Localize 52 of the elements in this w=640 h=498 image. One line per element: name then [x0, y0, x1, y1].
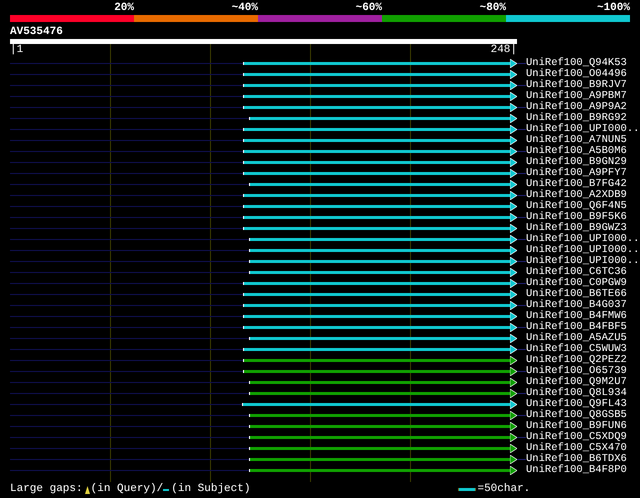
hit-name[interactable]: UniRef100_UPI000.. [526, 256, 640, 267]
subject-gap-label: (in Subject) [171, 484, 250, 495]
hit-name[interactable]: UniRef100_Q94K53 [526, 58, 627, 69]
hit-name[interactable]: UniRef100_A5AZU5 [526, 333, 627, 344]
scale-label: =50char. [477, 484, 530, 495]
hit-name[interactable]: UniRef100_A9PBM7 [526, 91, 627, 102]
hit-name[interactable]: UniRef100_C6TC36 [526, 267, 627, 278]
hit-name[interactable]: UniRef100_A9P9A2 [526, 102, 627, 113]
hit-name[interactable]: UniRef100_UPI000.. [526, 124, 640, 135]
hit-name[interactable]: UniRef100_Q2PEZ2 [526, 355, 627, 366]
hit-name[interactable]: UniRef100_B9RJV7 [526, 80, 627, 91]
hit-name[interactable]: UniRef100_B4F8P0 [526, 465, 627, 476]
query-start-label: |1 [10, 45, 24, 56]
hit-name[interactable]: UniRef100_Q9FL43 [526, 399, 627, 410]
hit-name[interactable]: UniRef100_B7FG42 [526, 179, 627, 190]
hit-name[interactable]: UniRef100_B6TE66 [526, 289, 627, 300]
hit-name[interactable]: UniRef100_O04496 [526, 69, 627, 80]
hit-name[interactable]: UniRef100_B9RG92 [526, 113, 627, 124]
hit-name[interactable]: UniRef100_A7NUN5 [526, 135, 627, 146]
scale-bar-icon [458, 488, 476, 491]
percent-label: ~100% [596, 3, 630, 15]
hit-name[interactable]: UniRef100_UPI000.. [526, 245, 640, 256]
percent-label: 20% [114, 3, 134, 15]
query-gap-label: (in Query)/ [90, 484, 164, 495]
hit-name[interactable]: UniRef100_O65739 [526, 366, 627, 377]
hit-name[interactable]: UniRef100_A9PFY7 [526, 168, 627, 179]
hit-name[interactable]: UniRef100_Q9M2U7 [526, 377, 627, 388]
hit-name[interactable]: UniRef100_Q8L934 [526, 388, 627, 399]
hit-name[interactable]: UniRef100_A2XDB9 [526, 190, 627, 201]
hit-name[interactable]: UniRef100_B9GWZ3 [526, 223, 627, 234]
query-gap-icon [84, 486, 90, 494]
percent-label: ~60% [356, 3, 382, 15]
hit-name[interactable]: UniRef100_C5XDQ9 [526, 432, 627, 443]
hit-name[interactable]: UniRef100_UPI000.. [526, 234, 640, 245]
hit-name[interactable]: UniRef100_B4FMW6 [526, 311, 627, 322]
hit-name[interactable]: UniRef100_Q6F4N5 [526, 201, 627, 212]
query-end-label: 248| [490, 45, 517, 56]
hit-name[interactable]: UniRef100_C5X470 [526, 443, 627, 454]
hit-name[interactable]: UniRef100_Q8GSB5 [526, 410, 627, 421]
hit-name[interactable]: UniRef100_B4FBF5 [526, 322, 627, 333]
hit-name[interactable]: UniRef100_A5B0M6 [526, 146, 627, 157]
hit-name[interactable]: UniRef100_B6TDX6 [526, 454, 627, 465]
query-name: AV535476 [10, 27, 64, 39]
hit-name[interactable]: UniRef100_B9F5K6 [526, 212, 627, 223]
hit-name[interactable]: UniRef100_B9GN29 [526, 157, 627, 168]
gaps-label: Large gaps: [10, 484, 83, 495]
hit-name[interactable]: UniRef100_B4G037 [526, 300, 627, 311]
hit-name[interactable]: UniRef100_C0PGW9 [526, 278, 627, 289]
percent-label: ~40% [232, 3, 258, 15]
hit-name[interactable]: UniRef100_C5WUW3 [526, 344, 627, 355]
percent-label: ~80% [480, 3, 506, 15]
hit-name[interactable]: UniRef100_B9FUN6 [526, 421, 627, 432]
